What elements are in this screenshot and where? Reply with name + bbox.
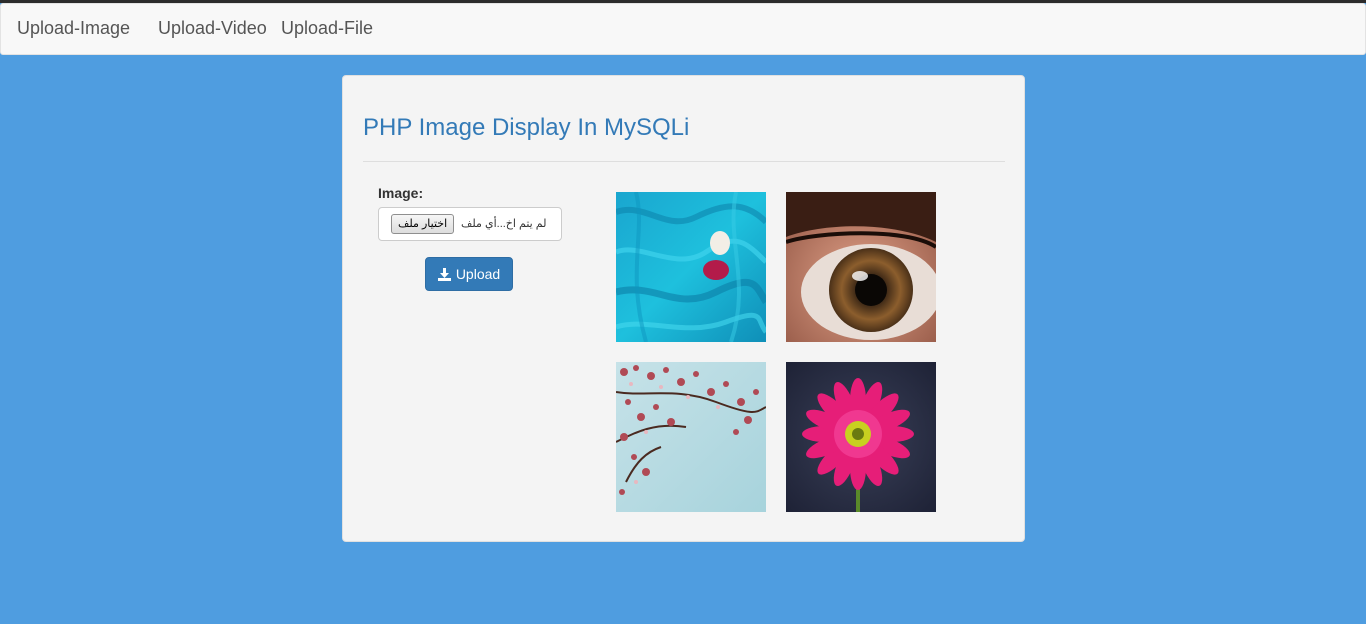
nav-link-upload-video[interactable]: Upload-Video: [158, 18, 267, 39]
image-label: Image:: [378, 185, 424, 201]
divider: [363, 161, 1005, 162]
choose-file-button[interactable]: اختيار ملف: [391, 214, 455, 234]
nav-link-upload-file[interactable]: Upload-File: [281, 18, 373, 39]
file-input[interactable]: اختيار ملف لم يتم اخ...أي ملف: [378, 207, 562, 241]
gallery-image-blossoms: [616, 362, 766, 512]
page-title: PHP Image Display In MySQLi: [363, 114, 690, 141]
gallery-image-flower: [786, 362, 936, 512]
nav-link-upload-image[interactable]: Upload-Image: [17, 18, 130, 39]
gallery-image-eye: [786, 192, 936, 342]
file-status-text: لم يتم اخ...أي ملف: [461, 218, 547, 230]
download-icon: [437, 267, 451, 281]
upload-button[interactable]: Upload: [425, 257, 513, 291]
main-panel: PHP Image Display In MySQLi Image: اختيا…: [342, 75, 1025, 542]
navbar: Upload-Image Upload-Video Upload-File: [0, 3, 1366, 55]
gallery-image-blue-fabric: [616, 192, 766, 342]
upload-button-label: Upload: [455, 266, 501, 282]
